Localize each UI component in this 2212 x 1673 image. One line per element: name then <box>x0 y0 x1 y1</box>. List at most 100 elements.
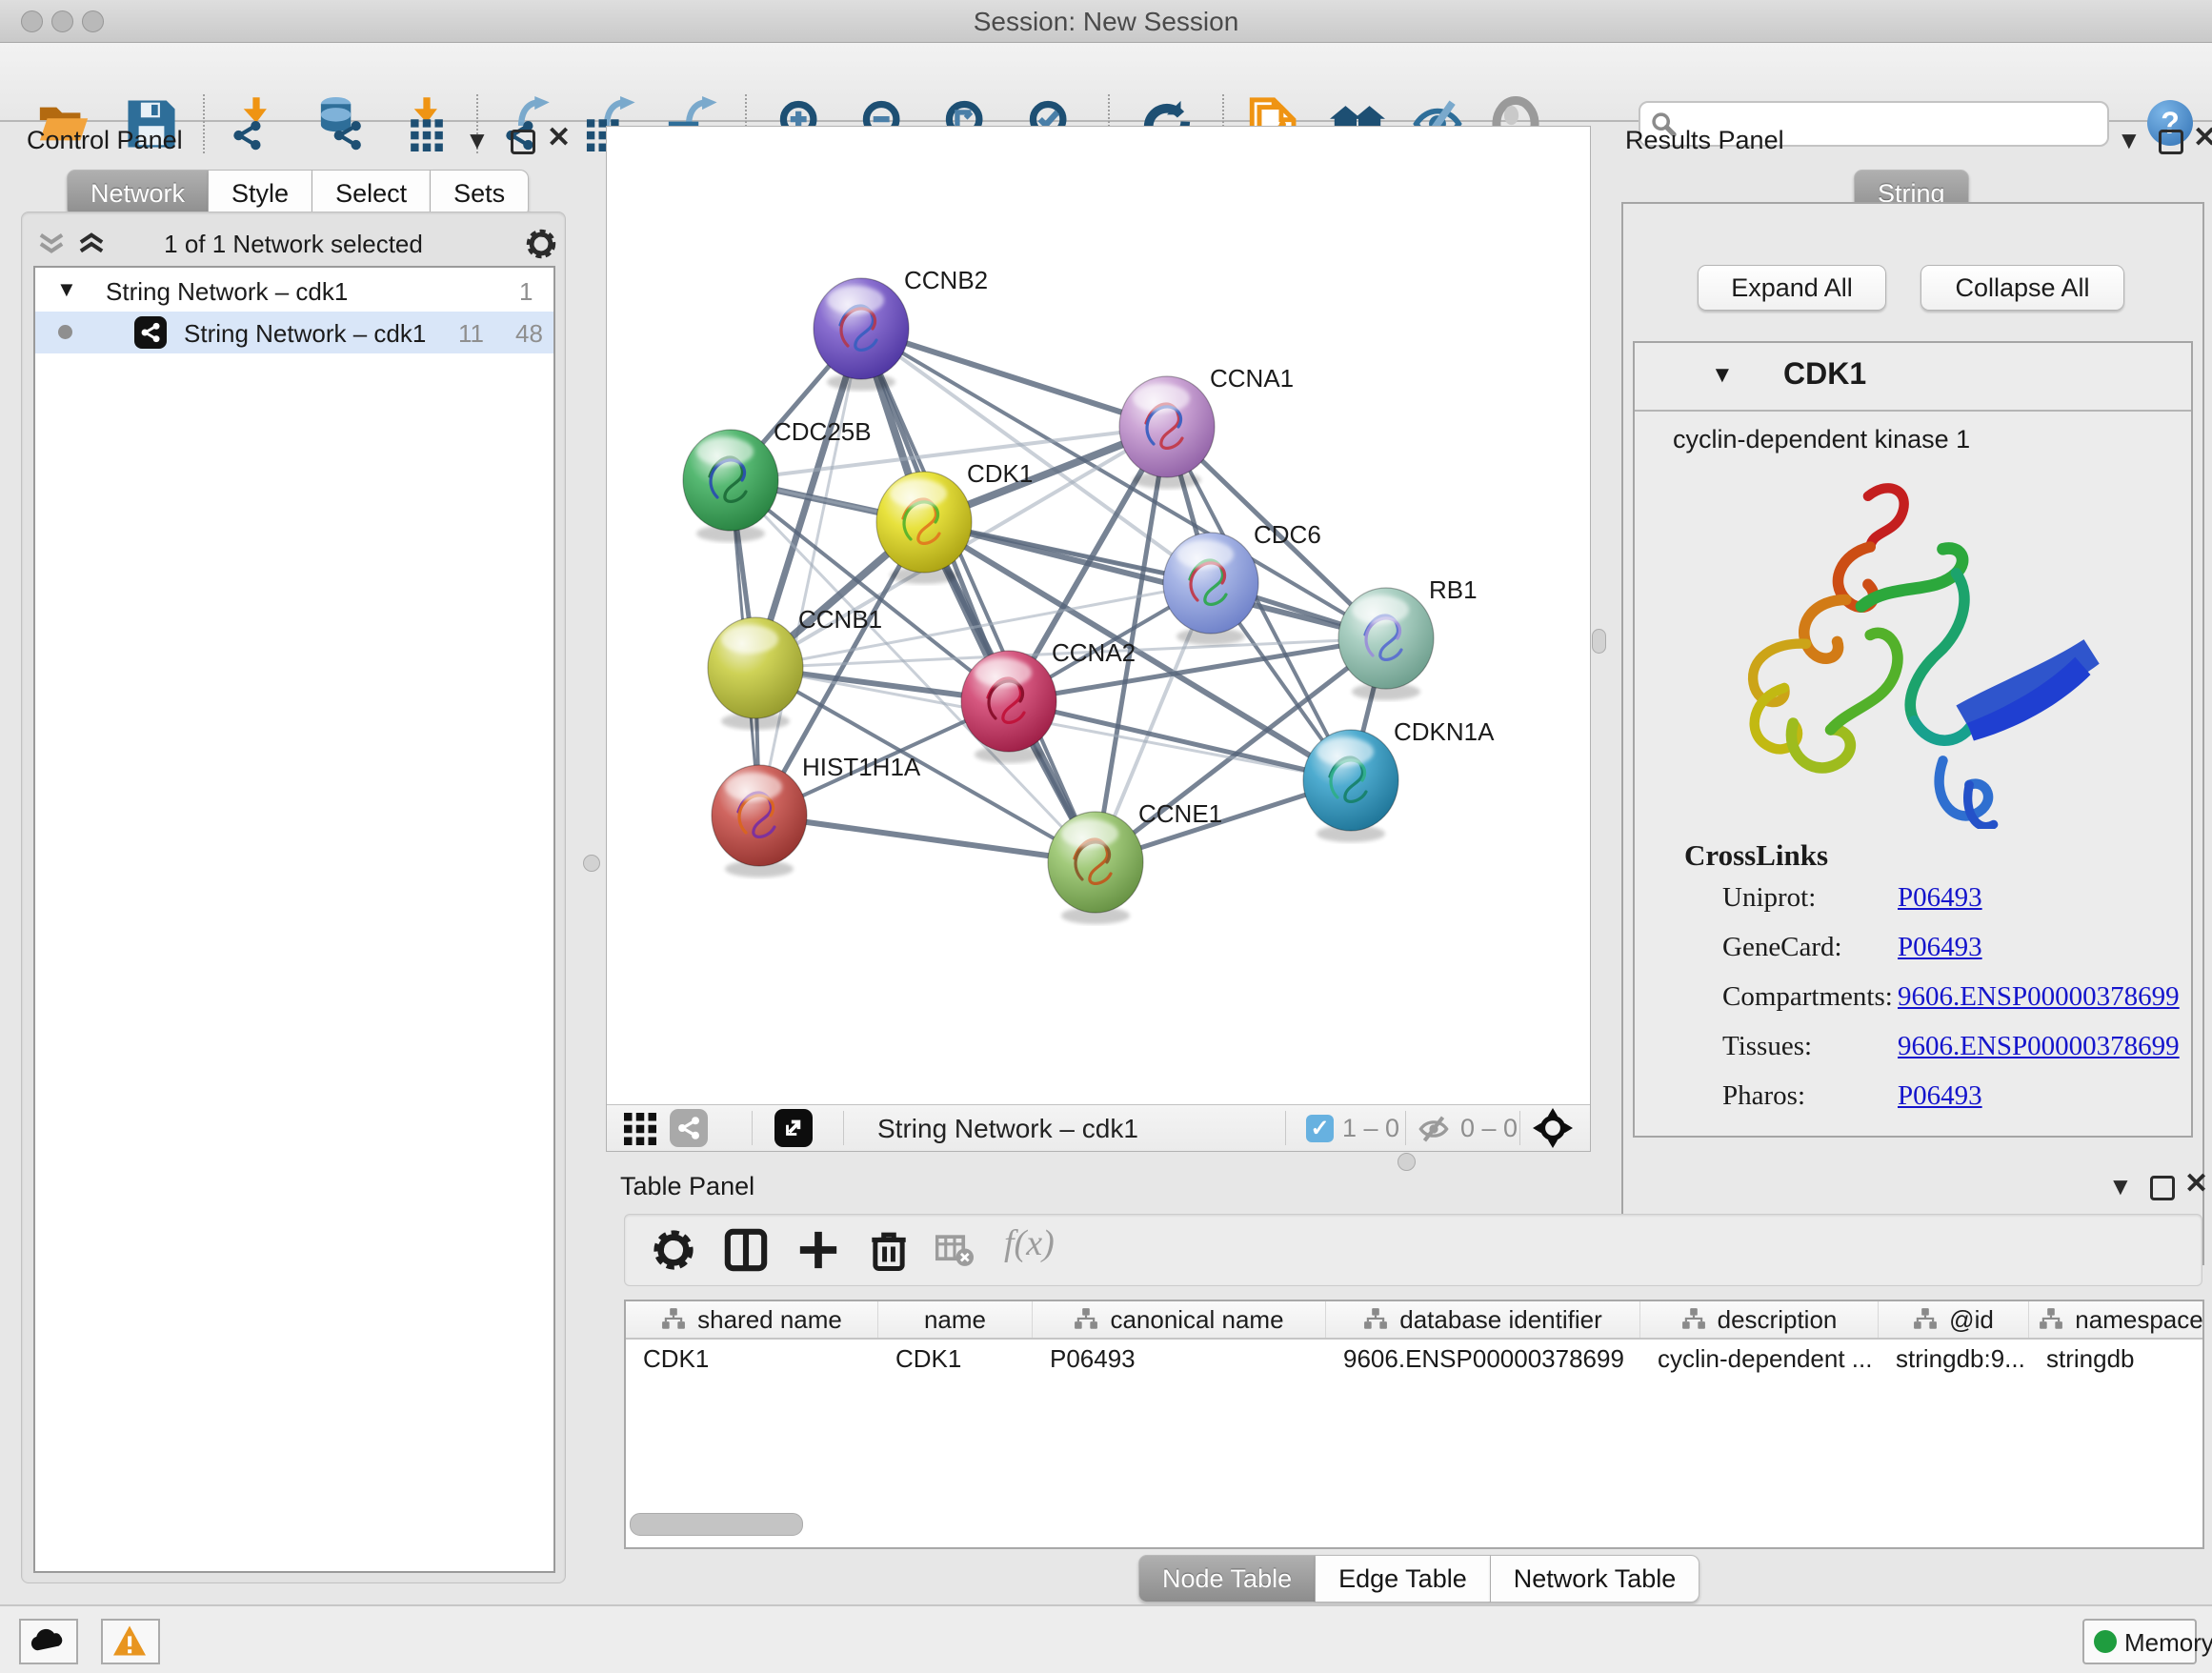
hidden-counts: 0 – 0 <box>1460 1114 1518 1143</box>
node-CCNB2[interactable]: CCNB2 <box>814 266 988 391</box>
table-cell[interactable]: 9606.ENSP00000378699 <box>1326 1344 1640 1374</box>
tab-sets[interactable]: Sets <box>431 170 529 217</box>
network-view[interactable]: CCNB2CCNA1CDC25BCDK1CDC6RB1CCNB1CCNA2CDK… <box>606 126 1591 1152</box>
network-node-count: 11 <box>458 319 484 349</box>
node-section-header[interactable]: ▼ CDK1 <box>1635 343 2191 412</box>
table-panel-title: Table Panel <box>620 1172 754 1201</box>
fit-content-crosshair-icon[interactable] <box>1533 1108 1573 1148</box>
crosslink-label: Compartments: <box>1722 981 1893 1013</box>
node-CCNB1[interactable]: CCNB1 <box>708 605 882 730</box>
network-tab-body: 1 of 1 Network selected ▼ String Network… <box>21 212 566 1583</box>
function-builder-icon[interactable]: f(x) <box>1004 1222 1055 1264</box>
table-row[interactable]: CDK1CDK1P064939606.ENSP00000378699cyclin… <box>626 1340 2202 1378</box>
crosslink-link[interactable]: 9606.ENSP00000378699 <box>1898 1031 2180 1062</box>
table-cell[interactable]: P06493 <box>1033 1344 1326 1374</box>
tree-icon <box>1681 1307 1706 1332</box>
separator <box>843 1111 844 1145</box>
edge-CCNB2-CCNE1[interactable] <box>861 329 1096 862</box>
edge-layer <box>731 329 1386 862</box>
gear-icon[interactable] <box>525 228 557 260</box>
node-CCNE1[interactable]: CCNE1 <box>1048 799 1222 924</box>
collapse-triangle-icon[interactable]: ▼ <box>56 277 77 302</box>
hidden-eye-icon[interactable] <box>1417 1115 1451 1143</box>
float-window-icon[interactable] <box>2159 130 2183 154</box>
table-cell[interactable]: cyclin-dependent ... <box>1640 1344 1879 1374</box>
share-view-icon[interactable] <box>670 1109 708 1147</box>
close-panel-icon[interactable]: ✕ <box>547 124 571 152</box>
tab-node-table[interactable]: Node Table <box>1138 1555 1316 1602</box>
edge-CCNA2-CDKN1A[interactable] <box>1009 701 1351 780</box>
column-header--id[interactable]: @id <box>1879 1301 2029 1338</box>
float-window-icon[interactable] <box>511 130 535 154</box>
node-CDC25B[interactable]: CDC25B <box>683 417 872 542</box>
collapse-all-button[interactable]: Collapse All <box>1920 265 2124 311</box>
tree-icon <box>1913 1307 1938 1332</box>
column-header-namespace[interactable]: namespace <box>2029 1301 2204 1338</box>
table-cell[interactable]: CDK1 <box>878 1344 1033 1374</box>
column-header-description[interactable]: description <box>1640 1301 1879 1338</box>
tab-network[interactable]: Network <box>67 170 209 217</box>
column-header-database-identifier[interactable]: database identifier <box>1326 1301 1640 1338</box>
table-cell[interactable]: CDK1 <box>626 1344 878 1374</box>
column-label: canonical name <box>1110 1305 1283 1335</box>
node-label-RB1: RB1 <box>1429 575 1478 604</box>
expand-all-button[interactable]: Expand All <box>1698 265 1886 311</box>
cloud-button[interactable] <box>19 1619 78 1664</box>
tab-style[interactable]: Style <box>209 170 312 217</box>
tab-select[interactable]: Select <box>312 170 431 217</box>
close-panel-icon[interactable]: ✕ <box>2184 1170 2208 1199</box>
node-label-CCNE1: CCNE1 <box>1138 799 1222 828</box>
tree-icon <box>2039 1307 2063 1332</box>
node-CCNA1[interactable]: CCNA1 <box>1119 364 1294 489</box>
float-menu-icon[interactable]: ▼ <box>2108 1172 2133 1200</box>
node-RB1[interactable]: RB1 <box>1338 575 1478 700</box>
grid-view-icon[interactable] <box>624 1113 656 1145</box>
column-header-name[interactable]: name <box>878 1301 1033 1338</box>
float-window-icon[interactable] <box>2150 1176 2175 1200</box>
node-HIST1H1A[interactable]: HIST1H1A <box>712 753 921 877</box>
table-tabs: Node TableEdge TableNetwork Table <box>1138 1555 1699 1602</box>
network-canvas[interactable]: CCNB2CCNA1CDC25BCDK1CDC6RB1CCNB1CCNA2CDK… <box>607 127 1588 1104</box>
columns-icon[interactable] <box>724 1228 768 1272</box>
node-label-CCNA2: CCNA2 <box>1052 638 1136 667</box>
float-menu-icon[interactable]: ▼ <box>2117 126 2142 154</box>
network-icon <box>134 316 167 349</box>
node-CDKN1A[interactable]: CDKN1A <box>1303 717 1495 842</box>
memory-button[interactable]: Memory <box>2082 1619 2197 1664</box>
crosslink-row: Pharos:P06493 <box>1635 1080 2191 1130</box>
crosslink-link[interactable]: P06493 <box>1898 882 1982 914</box>
network-row-selected[interactable]: String Network – cdk1 11 48 <box>35 312 553 353</box>
gear-icon[interactable] <box>652 1228 695 1272</box>
open-in-window-icon[interactable] <box>774 1109 813 1147</box>
tab-edge-table[interactable]: Edge Table <box>1316 1555 1491 1602</box>
float-menu-icon[interactable]: ▼ <box>465 126 490 154</box>
collapse-triangle-icon[interactable]: ▼ <box>1711 362 1734 389</box>
delete-table-icon[interactable] <box>935 1228 974 1272</box>
close-panel-icon[interactable]: ✕ <box>2193 124 2212 152</box>
delete-column-icon[interactable] <box>867 1228 911 1272</box>
horizontal-scrollbar[interactable] <box>630 1513 803 1536</box>
right-splitter[interactable] <box>1591 126 1606 1149</box>
column-header-shared-name[interactable]: shared name <box>626 1301 878 1338</box>
crosslink-link[interactable]: P06493 <box>1898 1080 1982 1112</box>
crosslink-link[interactable]: 9606.ENSP00000378699 <box>1898 981 2180 1013</box>
right-splitter-handle[interactable] <box>1592 629 1606 654</box>
table-cell[interactable]: stringdb <box>2029 1344 2204 1374</box>
column-header-canonical-name[interactable]: canonical name <box>1033 1301 1326 1338</box>
warning-button[interactable] <box>101 1619 160 1664</box>
table-header-row: shared namename canonical name database id… <box>626 1301 2202 1340</box>
node-CCNA2[interactable]: CCNA2 <box>961 638 1136 763</box>
control-panel-tabs: NetworkStyleSelectSets <box>67 170 529 217</box>
table-cell[interactable]: stringdb:9... <box>1879 1344 2029 1374</box>
network-collection-row[interactable]: ▼ String Network – cdk1 1 <box>35 270 553 312</box>
node-table[interactable]: shared namename canonical name database id… <box>624 1300 2204 1549</box>
add-column-icon[interactable] <box>796 1228 840 1272</box>
edge-HIST1H1A-CCNE1[interactable] <box>759 816 1096 862</box>
control-panel: Control Panel ▼ ✕ NetworkStyleSelectSets… <box>8 124 575 1602</box>
crosslink-label: Tissues: <box>1722 1031 1812 1062</box>
left-splitter-handle[interactable] <box>583 855 600 872</box>
crosslink-link[interactable]: P06493 <box>1898 932 1982 963</box>
selected-checkbox-icon[interactable]: ✓ <box>1306 1115 1334 1142</box>
table-panel: Table Panel ▼ ✕ f(x) shared namename cano… <box>605 1168 2212 1606</box>
tab-network-table[interactable]: Network Table <box>1491 1555 1700 1602</box>
